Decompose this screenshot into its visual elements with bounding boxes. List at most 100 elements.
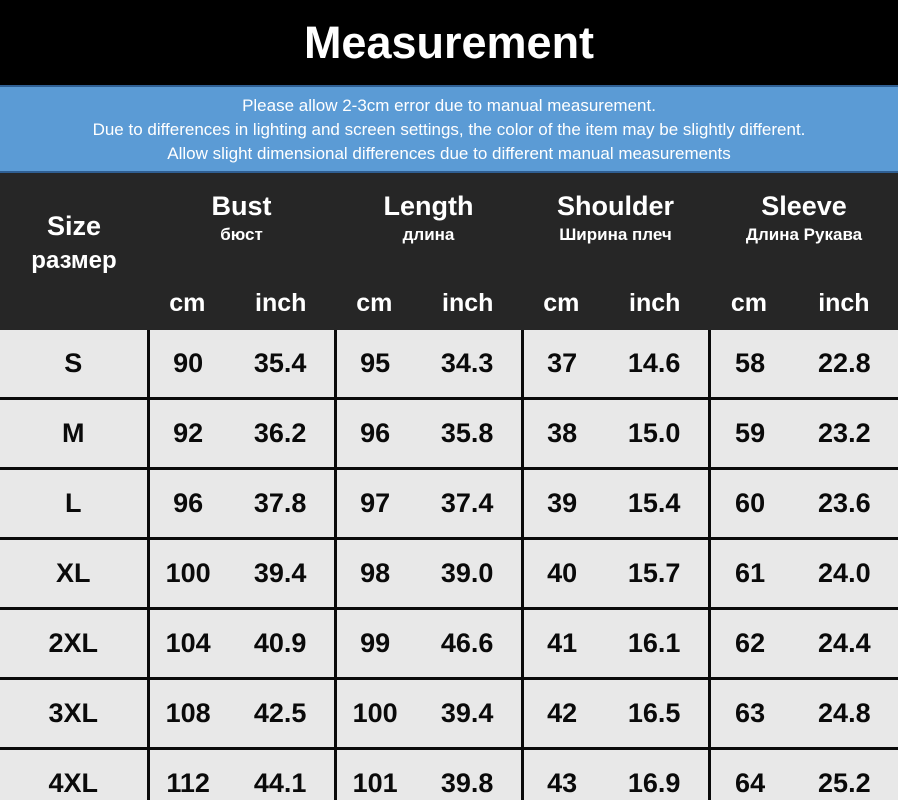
- notice-line-3: Allow slight dimensional differences due…: [167, 144, 731, 163]
- cell-bust: 96 37.8: [148, 468, 337, 540]
- cell-length: 97 37.4: [335, 468, 524, 540]
- unit-bust-inch: inch: [255, 289, 307, 317]
- bust-inch-value: 40.9: [253, 628, 307, 658]
- shoulder-value-pair: 37 14.6: [524, 348, 708, 379]
- page-title: Measurement: [303, 17, 595, 68]
- unit-bust-cm: cm: [169, 289, 206, 317]
- sleeve-inch-value: 25.2: [818, 768, 871, 798]
- cell-length: 101 39.8: [335, 748, 524, 800]
- size-label: S: [64, 348, 83, 378]
- shoulder-inch-value: 16.1: [627, 628, 681, 658]
- shoulder-cm-value: 38: [547, 418, 578, 448]
- shoulder-value-pair: 43 16.9: [524, 768, 708, 799]
- length-inch-value: 37.4: [440, 488, 494, 518]
- sleeve-cm-value: 59: [735, 418, 766, 448]
- column-header-size-ru: размер: [31, 246, 117, 274]
- cell-bust: 100 39.4: [148, 538, 337, 610]
- sleeve-inch-value: 24.4: [818, 628, 871, 658]
- sleeve-inch-value: 23.6: [818, 488, 871, 518]
- cell-shoulder: 40 15.7: [522, 538, 711, 610]
- shoulder-cm-value: 42: [547, 698, 578, 728]
- bust-cm-value: 104: [165, 628, 211, 658]
- unit-length-cm: cm: [356, 289, 393, 317]
- unit-sleeve-cm: cm: [730, 289, 767, 317]
- length-inch-value: 39.0: [440, 558, 494, 588]
- bust-inch-value: 36.2: [253, 418, 307, 448]
- cell-sleeve: 61 24.0: [709, 538, 898, 610]
- shoulder-cm-value: 40: [547, 558, 578, 588]
- sleeve-value-pair: 64 25.2: [711, 768, 898, 799]
- length-cm-value: 101: [352, 768, 398, 798]
- bust-value-pair: 112 44.1: [150, 768, 334, 799]
- cell-bust: 92 36.2: [148, 398, 337, 470]
- bust-cm-value: 96: [173, 488, 204, 518]
- length-cm-value: 97: [360, 488, 391, 518]
- shoulder-inch-value: 14.6: [627, 348, 681, 378]
- cell-shoulder: 42 16.5: [522, 678, 711, 750]
- size-label: XL: [55, 558, 91, 588]
- table-body: S 90 35.4 95 34.3 37 14.6 58 22.8 M 92 36.2 96 35.8 38…: [0, 330, 898, 800]
- cell-sleeve: 58 22.8: [709, 330, 898, 400]
- unit-shoulder-cm: cm: [543, 289, 580, 317]
- bust-value-pair: 90 35.4: [150, 348, 334, 379]
- column-header-sleeve: Sleeve Длина Рукава cm inch: [709, 173, 898, 330]
- length-cm-value: 99: [360, 628, 391, 658]
- cell-size: M: [0, 398, 150, 470]
- bust-cm-value: 100: [165, 558, 211, 588]
- sleeve-value-pair: 59 23.2: [711, 418, 898, 449]
- column-header-shoulder: Shoulder Ширина плеч cm inch: [522, 173, 709, 330]
- cell-sleeve: 63 24.8: [709, 678, 898, 750]
- bust-value-pair: 96 37.8: [150, 488, 334, 519]
- length-inch-value: 39.4: [440, 698, 494, 728]
- table-row: S 90 35.4 95 34.3 37 14.6 58 22.8: [0, 330, 898, 400]
- bust-inch-value: 35.4: [253, 348, 307, 378]
- sleeve-cm-value: 63: [735, 698, 766, 728]
- column-header-size: Size размер: [0, 173, 148, 330]
- table-row: 4XL 112 44.1 101 39.8 43 16.9 64 25.2: [0, 748, 898, 800]
- table-header: Size размер Bust бюст cm inch Length дли…: [0, 173, 898, 330]
- cell-size: S: [0, 330, 150, 400]
- cell-length: 100 39.4: [335, 678, 524, 750]
- column-header-length: Length длина cm inch: [335, 173, 522, 330]
- bust-cm-value: 108: [165, 698, 211, 728]
- column-header-bust-ru: бюст: [220, 225, 263, 244]
- length-value-pair: 96 35.8: [337, 418, 521, 449]
- shoulder-inch-value: 16.5: [627, 698, 681, 728]
- length-inch-value: 46.6: [440, 628, 494, 658]
- sleeve-value-pair: 63 24.8: [711, 698, 898, 729]
- unit-length-inch: inch: [442, 289, 494, 317]
- unit-shoulder-inch: inch: [629, 289, 681, 317]
- bust-value-pair: 92 36.2: [150, 418, 334, 449]
- length-value-pair: 95 34.3: [337, 348, 521, 379]
- table-header-row: Size размер Bust бюст cm inch Length дли…: [0, 173, 898, 330]
- cell-sleeve: 64 25.2: [709, 748, 898, 800]
- bust-value-pair: 100 39.4: [150, 558, 334, 589]
- size-label: 2XL: [48, 628, 99, 658]
- column-header-shoulder-en: Shoulder: [556, 191, 674, 221]
- size-label: 4XL: [48, 768, 99, 798]
- shoulder-inch-value: 15.4: [627, 488, 681, 518]
- size-label: M: [62, 418, 85, 448]
- bust-inch-value: 42.5: [253, 698, 307, 728]
- cell-bust: 104 40.9: [148, 608, 337, 680]
- bust-inch-value: 39.4: [253, 558, 307, 588]
- bust-inch-value: 37.8: [253, 488, 307, 518]
- length-value-pair: 101 39.8: [337, 768, 521, 799]
- length-value-pair: 98 39.0: [337, 558, 521, 589]
- bust-cm-value: 90: [173, 348, 204, 378]
- cell-sleeve: 62 24.4: [709, 608, 898, 680]
- column-header-length-en: Length: [383, 191, 474, 221]
- length-value-pair: 100 39.4: [337, 698, 521, 729]
- sleeve-inch-value: 24.0: [818, 558, 871, 588]
- shoulder-inch-value: 15.7: [627, 558, 681, 588]
- column-header-bust-en: Bust: [211, 191, 272, 221]
- column-header-sleeve-ru: Длина Рукава: [745, 225, 863, 244]
- length-cm-value: 95: [360, 348, 391, 378]
- bust-value-pair: 104 40.9: [150, 628, 334, 659]
- sleeve-cm-value: 60: [735, 488, 766, 518]
- shoulder-value-pair: 41 16.1: [524, 628, 708, 659]
- length-cm-value: 98: [360, 558, 391, 588]
- cell-shoulder: 38 15.0: [522, 398, 711, 470]
- cell-bust: 112 44.1: [148, 748, 337, 800]
- length-inch-value: 35.8: [440, 418, 494, 448]
